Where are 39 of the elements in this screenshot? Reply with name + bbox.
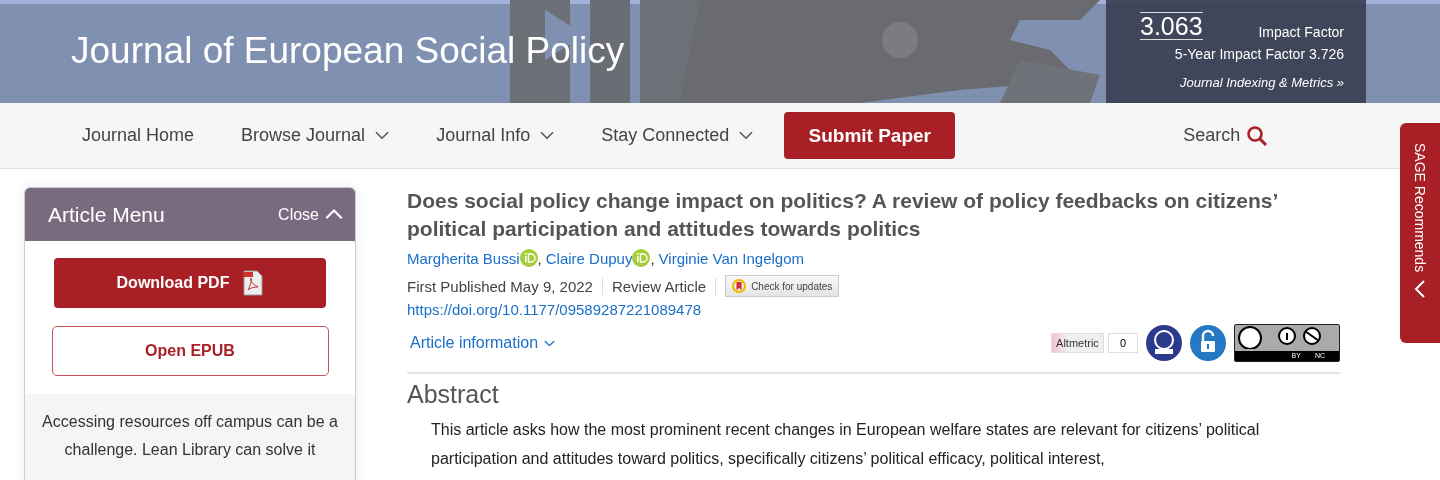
chevron-up-icon — [325, 209, 343, 220]
abstract-text: This article asks how the most prominent recent changes in European welfare states are relevant for citizens’ political participation and attitudes toward politics, specifically citizens’ political efficacy, political interest, — [431, 420, 1261, 469]
abstract-heading: Abstract — [407, 380, 500, 409]
nav-item[interactable]: Browse Journal — [241, 125, 390, 146]
check-for-updates-button[interactable]: Check for updates — [725, 275, 840, 297]
metrics-link[interactable]: Journal Indexing & Metrics » — [1140, 75, 1344, 90]
lean-library-text: Accessing resources off campus can be a challenge. Lean Library can solve it — [25, 394, 355, 480]
article-menu-title: Article Menu — [48, 202, 165, 227]
nav-item[interactable]: Journal Info — [436, 125, 555, 146]
pdf-file-icon — [243, 270, 264, 296]
nav-item[interactable]: Stay Connected — [601, 125, 754, 146]
close-button[interactable]: Close — [278, 205, 343, 224]
author-link[interactable]: Virginie Van Ingelgom — [658, 249, 804, 267]
altmetric-badge[interactable]: Altmetric — [1051, 333, 1104, 353]
open-epub-button[interactable]: Open EPUB — [51, 326, 329, 376]
chevron-left-icon — [1414, 280, 1426, 299]
publication-date: First Published May 9, 2022 — [407, 277, 603, 295]
impact-factor-value: 3.063 — [1140, 12, 1203, 40]
search-icon — [1246, 124, 1269, 147]
choice-seal-icon — [1146, 325, 1182, 361]
article-title: Does social policy change impact on politics? A review of policy feedbacks on citizens’ political participation and attitudes towards politics — [407, 188, 1279, 242]
submit-paper-button[interactable]: Submit Paper — [784, 112, 956, 159]
article-type: Review Article — [611, 277, 717, 295]
bookmark-icon — [732, 279, 747, 293]
nav-item[interactable]: Journal Home — [82, 125, 195, 146]
impact-factor-label: Impact Factor — [1258, 24, 1344, 40]
author-separator: , — [650, 249, 655, 267]
author-separator: , — [537, 249, 542, 267]
altmetric-count: 0 — [1107, 333, 1138, 353]
sage-recommends-tab[interactable]: SAGE Recommends — [1400, 123, 1440, 343]
article-information-link[interactable]: Article information — [410, 334, 556, 352]
author-link[interactable]: Margherita Bussi — [407, 249, 520, 267]
download-pdf-button[interactable]: Download PDF — [54, 258, 326, 308]
author-link[interactable]: Claire Dupuy — [545, 249, 633, 267]
search-link[interactable]: Search — [1183, 124, 1269, 147]
chevron-down-icon — [544, 339, 556, 347]
doi-link[interactable]: https://doi.org/10.1177/09589287221089478 — [407, 301, 1340, 318]
open-access-lock-icon — [1190, 325, 1226, 361]
five-year-impact-factor: 5-Year Impact Factor 3.726 — [1173, 46, 1344, 62]
